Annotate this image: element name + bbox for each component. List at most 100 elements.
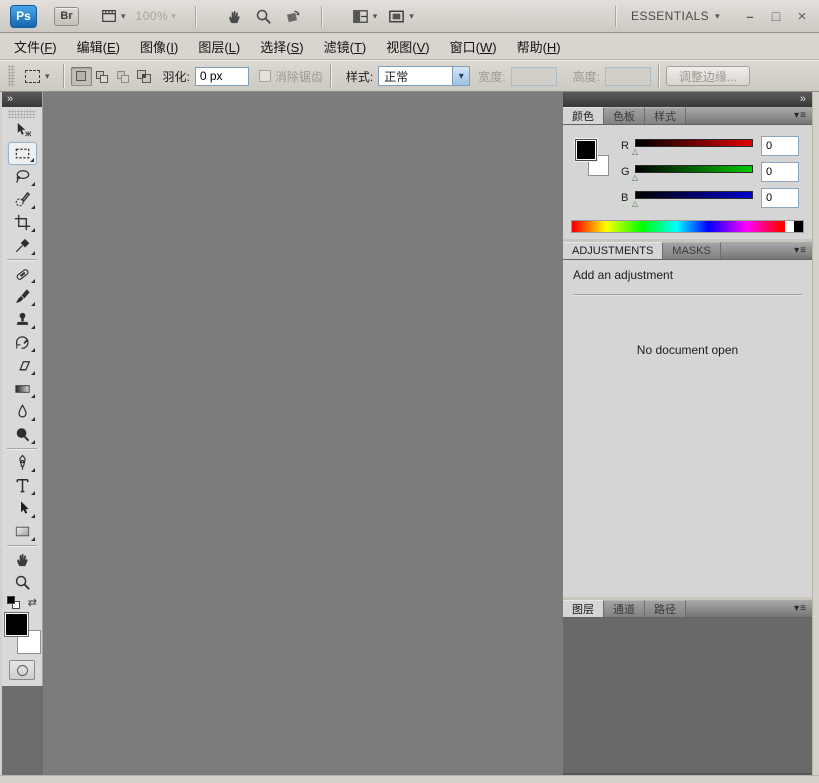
- pen-tool-button[interactable]: [8, 451, 37, 474]
- blur-tool-button[interactable]: [8, 400, 37, 423]
- tab-layers[interactable]: 图层: [563, 600, 604, 617]
- quick-selection-tool-button[interactable]: [8, 188, 37, 211]
- width-input[interactable]: [511, 67, 557, 86]
- lasso-tool-button[interactable]: [8, 165, 37, 188]
- maximize-button[interactable]: [769, 8, 783, 24]
- chevron-down-icon[interactable]: [452, 67, 469, 85]
- spectrum-gradient[interactable]: [572, 221, 785, 232]
- layers-panel-tabbar: 图层 通道 路径: [563, 600, 812, 618]
- menu-image[interactable]: 图像(I): [130, 33, 188, 60]
- eraser-tool-button[interactable]: [8, 354, 37, 377]
- tools-panel-collapse-button[interactable]: [2, 92, 42, 107]
- brush-tool-button[interactable]: [8, 285, 37, 308]
- close-button[interactable]: [795, 8, 809, 25]
- move-tool-button[interactable]: [8, 119, 37, 142]
- menu-view[interactable]: 视图(V): [376, 33, 439, 60]
- options-separator: [330, 64, 331, 88]
- slider-marker-icon[interactable]: [632, 147, 638, 156]
- adjustments-panel-tabbar: ADJUSTMENTS MASKS: [563, 242, 812, 260]
- clone-stamp-tool-button[interactable]: [8, 308, 37, 331]
- minimize-button[interactable]: [743, 9, 757, 24]
- panel-menu-icon[interactable]: [794, 603, 807, 614]
- foreground-color-swatch[interactable]: [4, 612, 29, 637]
- quick-mask-mode-button[interactable]: [9, 660, 35, 680]
- menu-edit[interactable]: 编辑(E): [67, 33, 130, 60]
- rectangular-marquee-tool-button[interactable]: [8, 142, 37, 165]
- dock-collapse-button[interactable]: [563, 92, 812, 107]
- menu-file[interactable]: 文件(F): [4, 33, 67, 60]
- green-channel-value-input[interactable]: [761, 162, 799, 182]
- panel-menu-icon[interactable]: [794, 245, 807, 256]
- default-colors-button[interactable]: [7, 596, 20, 609]
- eyedropper-tool-button[interactable]: [8, 234, 37, 257]
- view-extras-button[interactable]: [96, 5, 130, 27]
- tab-styles[interactable]: 样式: [645, 107, 686, 124]
- white-shortcut-swatch[interactable]: [785, 221, 794, 232]
- gradient-tool-button[interactable]: [8, 377, 37, 400]
- foreground-color-swatch[interactable]: [575, 139, 597, 161]
- crop-tool-button[interactable]: [8, 211, 37, 234]
- tab-channels[interactable]: 通道: [604, 600, 645, 617]
- subtract-from-selection-mode-button[interactable]: [113, 67, 134, 86]
- workspace-area: 颜色 色板 样式 R: [0, 92, 819, 783]
- tab-swatches[interactable]: 色板: [604, 107, 645, 124]
- workspace-switcher[interactable]: ESSENTIALS: [631, 9, 720, 23]
- document-canvas-area[interactable]: [43, 92, 563, 775]
- dodge-icon: [13, 425, 32, 444]
- style-select[interactable]: 正常: [378, 66, 470, 86]
- antialias-checkbox[interactable]: [259, 70, 271, 82]
- rectangular-marquee-icon: [13, 144, 32, 163]
- tool-preset-picker[interactable]: [19, 67, 56, 86]
- tab-masks[interactable]: MASKS: [663, 242, 721, 259]
- hand-tool-button[interactable]: [221, 5, 248, 28]
- menu-layer[interactable]: 图层(L): [188, 33, 250, 60]
- black-shortcut-swatch[interactable]: [794, 221, 803, 232]
- rotate-view-button[interactable]: [279, 5, 306, 28]
- dodge-tool-button[interactable]: [8, 423, 37, 446]
- rectangle-tool-button[interactable]: [8, 520, 37, 543]
- intersect-selection-mode-button[interactable]: [134, 67, 155, 86]
- arrange-documents-button[interactable]: [347, 5, 382, 28]
- height-input[interactable]: [605, 67, 651, 86]
- move-icon: [13, 121, 32, 140]
- blue-channel-slider[interactable]: [635, 191, 753, 199]
- add-to-selection-mode-button[interactable]: [92, 67, 113, 86]
- zoom-tool-sidebar-button[interactable]: [8, 571, 37, 594]
- tab-adjustments[interactable]: ADJUSTMENTS: [563, 242, 663, 259]
- no-document-message: No document open: [573, 343, 802, 357]
- screen-mode-button[interactable]: [383, 5, 418, 28]
- type-tool-button[interactable]: [8, 474, 37, 497]
- launch-bridge-button[interactable]: Br: [54, 7, 79, 26]
- crop-icon: [13, 213, 32, 232]
- style-label: 样式:: [346, 68, 373, 85]
- menu-select[interactable]: 选择(S): [250, 33, 313, 60]
- swap-colors-icon[interactable]: [28, 596, 37, 609]
- layers-panel-body[interactable]: [563, 618, 812, 775]
- options-bar-grip[interactable]: [8, 65, 15, 87]
- menu-help[interactable]: 帮助(H): [507, 33, 571, 60]
- menu-filter[interactable]: 滤镜(T): [314, 33, 377, 60]
- spot-healing-brush-tool-button[interactable]: [8, 262, 37, 285]
- refine-edge-button[interactable]: 调整边缘...: [666, 66, 750, 86]
- hand-icon: [13, 550, 32, 569]
- blue-channel-value-input[interactable]: [761, 188, 799, 208]
- slider-marker-icon[interactable]: [632, 199, 638, 208]
- red-channel-slider[interactable]: [635, 139, 753, 147]
- zoom-level-control[interactable]: 100%: [132, 7, 180, 25]
- zoom-tool-button[interactable]: [250, 5, 277, 28]
- history-brush-tool-button[interactable]: [8, 331, 37, 354]
- tab-color[interactable]: 颜色: [563, 107, 604, 124]
- path-selection-tool-button[interactable]: [8, 497, 37, 520]
- new-selection-mode-button[interactable]: [71, 67, 92, 86]
- slider-marker-icon[interactable]: [632, 173, 638, 182]
- hand-tool-sidebar-button[interactable]: [8, 548, 37, 571]
- red-channel-value-input[interactable]: [761, 136, 799, 156]
- green-channel-slider[interactable]: [635, 165, 753, 173]
- color-spectrum-ramp[interactable]: [571, 220, 804, 233]
- tab-paths[interactable]: 路径: [645, 600, 686, 617]
- menu-window[interactable]: 窗口(W): [440, 33, 507, 60]
- toolbar-separator: [615, 6, 616, 27]
- tools-panel-grip[interactable]: [8, 110, 36, 118]
- panel-menu-icon[interactable]: [794, 110, 807, 121]
- feather-input[interactable]: [195, 67, 249, 86]
